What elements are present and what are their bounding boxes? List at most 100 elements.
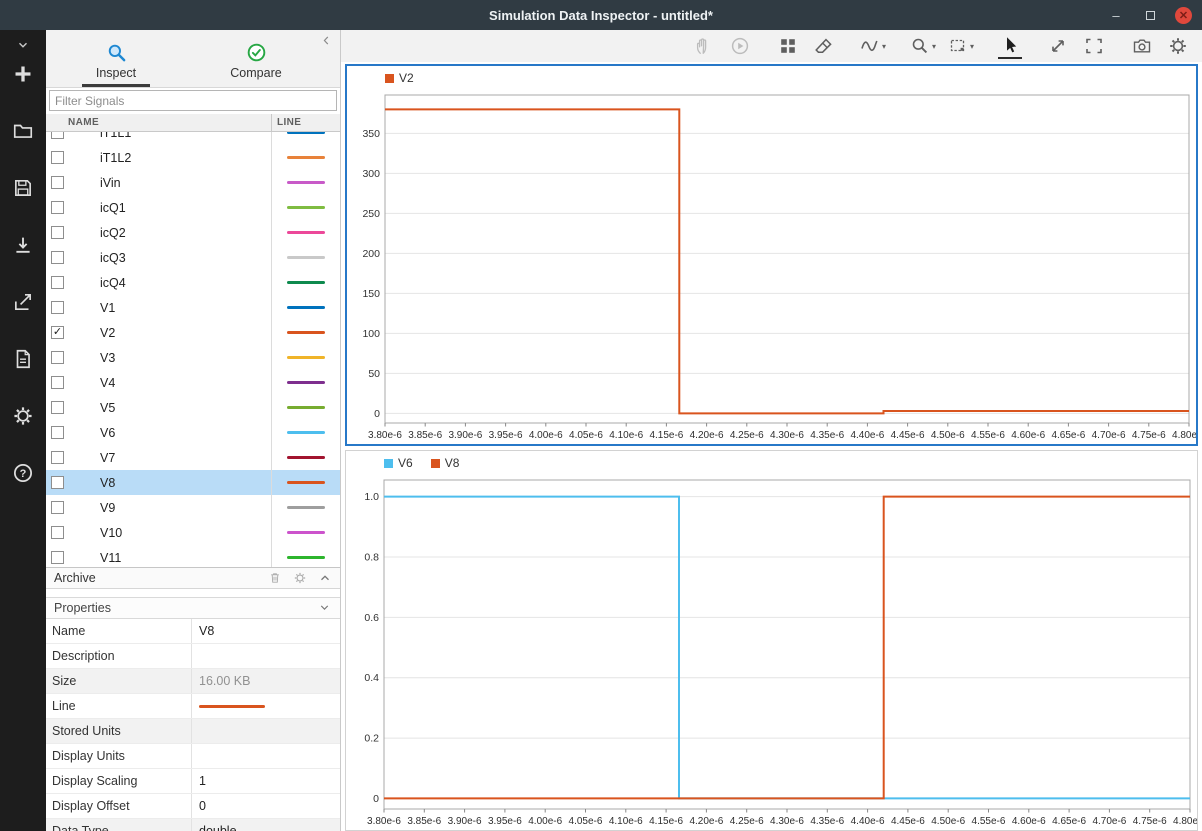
signal-checkbox[interactable] <box>51 251 64 264</box>
download-icon <box>12 234 34 256</box>
signal-row-V11[interactable]: V11 <box>46 545 340 567</box>
signal-row-V1[interactable]: V1 <box>46 295 340 320</box>
property-label: Line <box>46 694 191 718</box>
dropdown-caret-icon[interactable]: ▾ <box>970 42 974 51</box>
save-button[interactable] <box>3 168 43 208</box>
signal-row-icQ2[interactable]: icQ2 <box>46 220 340 245</box>
signal-row-V6[interactable]: V6 <box>46 420 340 445</box>
signal-checkbox[interactable] <box>51 276 64 289</box>
pointer-button[interactable] <box>998 33 1022 59</box>
property-value[interactable]: 0 <box>191 794 340 818</box>
chevron-up-icon[interactable] <box>317 571 332 586</box>
signal-checkbox[interactable] <box>51 151 64 164</box>
property-value[interactable] <box>191 644 340 668</box>
region-select-button[interactable]: ▾ <box>948 33 974 59</box>
signal-checkbox[interactable] <box>51 526 64 539</box>
collapse-panel-button[interactable] <box>320 34 336 50</box>
checkbox-cell <box>46 551 68 564</box>
property-value <box>191 719 340 743</box>
signal-checkbox[interactable] <box>51 501 64 514</box>
signal-checkbox[interactable] <box>51 226 64 239</box>
signal-trace-button[interactable]: ▾ <box>860 33 886 59</box>
signal-checkbox[interactable] <box>51 476 64 489</box>
property-value[interactable] <box>191 744 340 768</box>
signal-row-iT1L2[interactable]: iT1L2 <box>46 145 340 170</box>
line-style-swatch[interactable] <box>199 705 265 708</box>
chevron-down-icon[interactable] <box>318 601 332 615</box>
signal-checkbox[interactable] <box>51 132 64 139</box>
svg-text:?: ? <box>20 468 27 480</box>
property-row-description: Description <box>46 644 340 669</box>
signal-row-V10[interactable]: V10 <box>46 520 340 545</box>
property-value[interactable]: 1 <box>191 769 340 793</box>
signal-checkbox[interactable] <box>51 201 64 214</box>
signal-checkbox[interactable] <box>51 401 64 414</box>
properties-header[interactable]: Properties <box>46 597 340 619</box>
signal-checkbox[interactable] <box>51 426 64 439</box>
signal-checkbox[interactable] <box>51 451 64 464</box>
replay-button[interactable] <box>728 33 752 59</box>
expand-menu-button[interactable] <box>11 36 35 54</box>
signal-row-icQ4[interactable]: icQ4 <box>46 270 340 295</box>
svg-text:1.0: 1.0 <box>364 491 379 503</box>
signal-row-V9[interactable]: V9 <box>46 495 340 520</box>
maximize-button[interactable] <box>1141 6 1159 24</box>
signal-row-V2[interactable]: ✓V2 <box>46 320 340 345</box>
close-button[interactable]: ✕ <box>1175 7 1192 24</box>
subplot-1-plot[interactable]: 0501001502002503003503.80e-63.85e-63.90e… <box>347 90 1196 444</box>
svg-text:3.85e-6: 3.85e-6 <box>408 430 442 441</box>
help-button[interactable]: ? <box>3 453 43 493</box>
signal-row-iT1L1[interactable]: iT1L1 <box>46 132 340 145</box>
archive-settings-gear-icon[interactable] <box>292 571 307 586</box>
signal-row-V3[interactable]: V3 <box>46 345 340 370</box>
dropdown-caret-icon[interactable]: ▾ <box>932 42 936 51</box>
subplot-layout-button[interactable] <box>776 33 800 59</box>
subplot-2-plot[interactable]: 00.20.40.60.81.03.80e-63.85e-63.90e-63.9… <box>346 475 1197 830</box>
column-header-name[interactable]: NAME <box>46 117 271 128</box>
checkbox-cell <box>46 151 68 164</box>
dropdown-caret-icon[interactable]: ▾ <box>882 42 886 51</box>
plot-toolbar: ▾ ▾ ▾ <box>341 30 1202 62</box>
visualization-settings-button[interactable] <box>1166 33 1190 59</box>
signal-row-icQ3[interactable]: icQ3 <box>46 245 340 270</box>
pan-button[interactable] <box>692 33 716 59</box>
signal-checkbox[interactable] <box>51 176 64 189</box>
tab-inspect[interactable]: Inspect <box>46 30 186 87</box>
clear-subplots-button[interactable] <box>812 33 836 59</box>
expand-button[interactable] <box>1046 33 1070 59</box>
fit-to-view-button[interactable] <box>1082 33 1106 59</box>
trash-icon[interactable] <box>267 571 282 586</box>
svg-text:4.15e-6: 4.15e-6 <box>649 430 683 441</box>
signal-row-V8[interactable]: V8 <box>46 470 340 495</box>
signal-line-swatch <box>287 132 325 134</box>
property-value[interactable] <box>191 694 340 718</box>
signal-row-V7[interactable]: V7 <box>46 445 340 470</box>
signal-checkbox[interactable] <box>51 351 64 364</box>
subplot-2[interactable]: V6V8 00.20.40.60.81.03.80e-63.85e-63.90e… <box>345 450 1198 831</box>
signal-checkbox[interactable] <box>51 551 64 564</box>
open-button[interactable] <box>3 111 43 151</box>
signal-row-icQ1[interactable]: icQ1 <box>46 195 340 220</box>
tab-compare[interactable]: Compare <box>186 30 326 87</box>
filter-signals-input[interactable] <box>49 90 337 111</box>
add-button[interactable] <box>3 54 43 94</box>
checkbox-cell <box>46 226 68 239</box>
signal-checkbox[interactable]: ✓ <box>51 326 64 339</box>
minimize-button[interactable]: – <box>1107 6 1125 24</box>
signal-checkbox[interactable] <box>51 301 64 314</box>
snapshot-button[interactable] <box>1130 33 1154 59</box>
archive-bar[interactable]: Archive <box>46 567 340 589</box>
signal-row-V5[interactable]: V5 <box>46 395 340 420</box>
export-button[interactable] <box>3 282 43 322</box>
property-value[interactable]: V8 <box>191 619 340 643</box>
signal-row-iVin[interactable]: iVin <box>46 170 340 195</box>
preferences-button[interactable] <box>3 396 43 436</box>
svg-text:4.00e-6: 4.00e-6 <box>529 430 563 441</box>
import-button[interactable] <box>3 225 43 265</box>
column-header-line[interactable]: LINE <box>271 114 340 131</box>
signal-row-V4[interactable]: V4 <box>46 370 340 395</box>
subplot-1[interactable]: V2 0501001502002503003503.80e-63.85e-63.… <box>345 64 1198 446</box>
signal-checkbox[interactable] <box>51 376 64 389</box>
zoom-button[interactable]: ▾ <box>910 33 936 59</box>
create-report-button[interactable] <box>3 339 43 379</box>
